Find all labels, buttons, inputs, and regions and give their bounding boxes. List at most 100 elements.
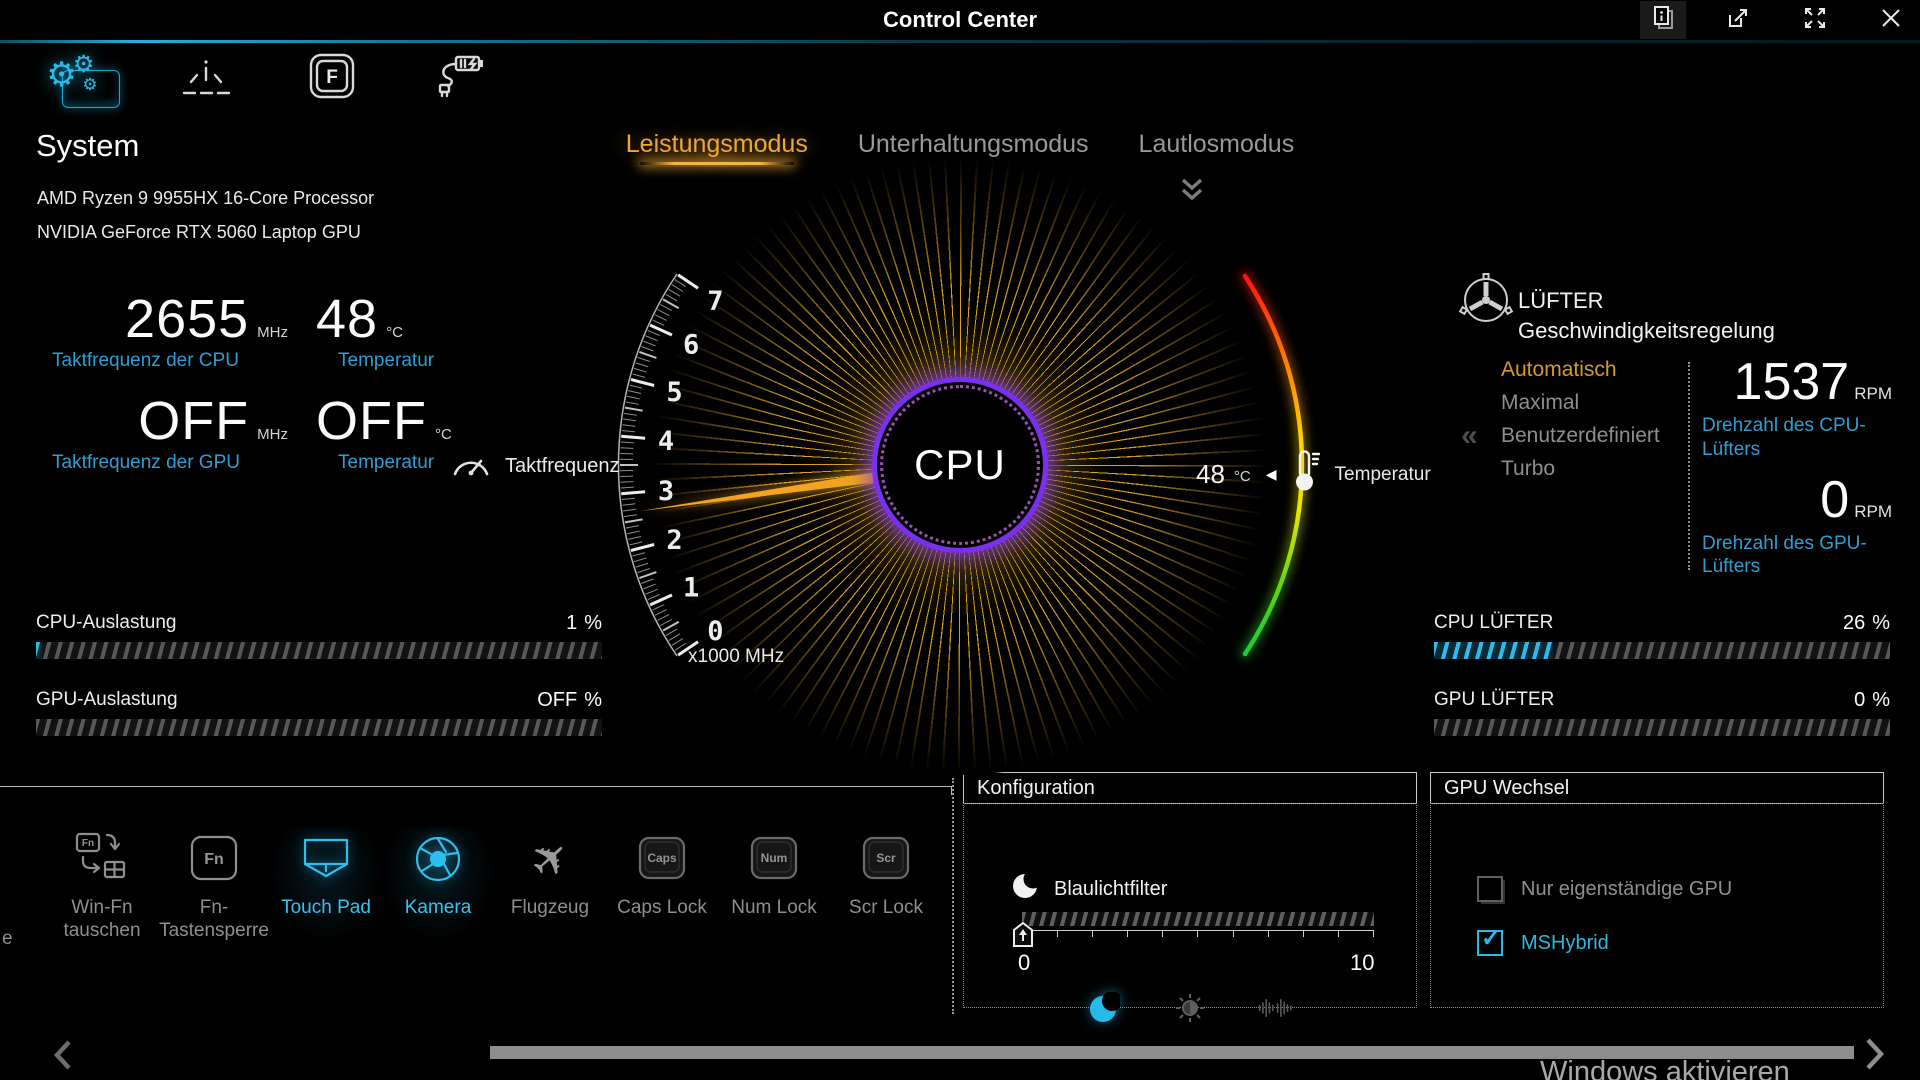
quickbar-border [0, 786, 952, 795]
info-button[interactable] [1640, 1, 1686, 39]
tab-system[interactable]: ⚙⚙⚙ [28, 46, 132, 110]
bluelight-label-row: Blaulichtfilter [1012, 872, 1167, 906]
fn-key-icon: Fn [188, 828, 240, 890]
close-icon [1879, 6, 1903, 35]
nightmode-icon[interactable] [1086, 990, 1122, 1026]
caps-lock-button[interactable]: Caps Caps Lock [606, 828, 718, 943]
camera-icon [410, 828, 466, 890]
mode-leistung[interactable]: Leistungsmodus [620, 128, 814, 167]
speedometer-icon [450, 448, 492, 484]
cpu-fan-rpm-label: Drehzahl des CPU-Lüfters [1702, 414, 1874, 462]
scroll-left-icon[interactable] [50, 1038, 76, 1077]
titlebar-accent [0, 40, 1920, 43]
tab-fkeys[interactable]: F [280, 46, 384, 110]
battery-charge-icon [430, 51, 486, 106]
moon-icon [1012, 872, 1040, 906]
close-button[interactable] [1868, 1, 1914, 39]
num-lock-button[interactable]: Num Num Lock [718, 828, 830, 943]
gpu-fan-rpm: 0 [1820, 470, 1849, 530]
backlight-icon [181, 53, 231, 104]
mode-lautlos[interactable]: Lautlosmodus [1133, 128, 1301, 167]
scr-key-icon: Scr [860, 828, 912, 890]
divider [952, 778, 954, 1014]
fn-lock-button[interactable]: Fn Fn-Tastensperre [158, 828, 270, 943]
gpu-name: NVIDIA GeForce RTX 5060 Laptop GPU [37, 222, 361, 243]
checkbox-unchecked[interactable] [1477, 876, 1503, 902]
cpu-usage-bar [36, 642, 602, 659]
scr-lock-button[interactable]: Scr Scr Lock [830, 828, 942, 943]
temp-caption: 48 °C ◀ Temperatur [1196, 448, 1431, 501]
fan-icon [1458, 272, 1514, 333]
cpu-fan-rpm: 1537 [1734, 352, 1850, 412]
slider-max-label: 10 [1350, 950, 1374, 976]
windows-watermark: Windows aktivieren [1540, 1056, 1790, 1080]
touchpad-button[interactable]: Touch Pad [270, 828, 382, 943]
panel-title: GPU Wechsel [1430, 772, 1884, 804]
gpu-fan-meter: GPU LÜFTER 0% [1434, 689, 1890, 747]
soundwave-icon[interactable] [1258, 990, 1294, 1026]
mode-unterhaltung[interactable]: Unterhaltungsmodus [852, 128, 1095, 167]
stat-grid: 2655MHz Taktfrequenz der CPU 48°C Temper… [40, 288, 485, 474]
winfn-swap-button[interactable]: Fn Win-Fn tauschen [46, 828, 158, 943]
gpu-fan-bar [1434, 719, 1890, 736]
gpu-usage-meter: GPU-Auslastung OFF% [36, 689, 602, 747]
stat-gpu-clock: OFFMHz Taktfrequenz der GPU [40, 390, 300, 474]
cpu-fan-meter: CPU LÜFTER 26% [1434, 612, 1890, 670]
info-doc-icon [1650, 5, 1676, 36]
cpu-name: AMD Ryzen 9 9955HX 16-Core Processor [37, 188, 374, 209]
fan-mode-automatisch[interactable]: Automatisch [1501, 358, 1660, 382]
svg-text:Caps: Caps [647, 851, 677, 865]
chevrons-down-icon[interactable] [1178, 176, 1206, 209]
titlebar: Control Center [0, 0, 1920, 40]
svg-text:Num: Num [761, 851, 788, 865]
option-mshybrid[interactable]: MSHybrid [1477, 930, 1609, 956]
gauge-center-label: CPU [914, 441, 1006, 489]
restore-icon [1726, 5, 1752, 36]
bluelight-slider-handle[interactable] [1012, 922, 1034, 953]
panel-title: Konfiguration [963, 772, 1417, 804]
bluelight-slider-track[interactable] [1022, 912, 1374, 926]
fan-mode-list: Automatisch Maximal « Benutzerdefiniert … [1501, 358, 1660, 490]
winfn-swap-icon: Fn [74, 828, 130, 890]
cpu-usage-meter: CPU-Auslastung 1% [36, 612, 602, 670]
quickbar-partial-item[interactable]: e [2, 928, 13, 950]
svg-text:Fn: Fn [82, 838, 94, 849]
control-center-window: Control Center [0, 0, 1920, 1080]
thermometer-icon [1290, 448, 1320, 501]
brightness-icon[interactable] [1172, 990, 1208, 1026]
fkey-icon: F [308, 52, 356, 105]
restore-button[interactable] [1716, 1, 1762, 39]
marker-triangle: ◀ [1266, 466, 1277, 483]
cpu-fan-bar [1434, 642, 1890, 659]
window-title: Control Center [0, 0, 1920, 40]
camera-button[interactable]: Kamera [382, 828, 494, 943]
num-key-icon: Num [748, 828, 800, 890]
tab-bar: ⚙⚙⚙ F [28, 46, 510, 110]
airplane-button[interactable]: ✈ Flugzeug [494, 828, 606, 943]
gears-icon: ⚙⚙⚙ [46, 75, 113, 82]
fan-mode-benutzerdefiniert[interactable]: « Benutzerdefiniert [1501, 424, 1660, 448]
panel-body: Blaulichtfilter 0 10 [963, 803, 1417, 1008]
tab-power[interactable] [406, 46, 510, 110]
fullscreen-icon [1802, 5, 1828, 36]
konfiguration-panel: Konfiguration Blaulichtfilter [963, 772, 1417, 1008]
tab-lighting[interactable] [154, 46, 258, 110]
gpu-usage-bar [36, 719, 602, 736]
mode-tabs: Leistungsmodus Unterhaltungsmodus Lautlo… [0, 128, 1920, 167]
stat-cpu-temp: 48°C Temperatur [300, 288, 485, 372]
gpu-fan-rpm-label: Drehzahl des GPU-Lüfters [1702, 532, 1874, 580]
gauge-axis-label: x1000 MHz [688, 646, 784, 668]
panel-body: Nur eigenständige GPU MSHybrid [1430, 803, 1884, 1008]
divider [1688, 362, 1690, 570]
fan-mode-maximal[interactable]: Maximal [1501, 391, 1660, 415]
checkbox-checked[interactable] [1477, 930, 1503, 956]
option-dedicated-gpu[interactable]: Nur eigenständige GPU [1477, 876, 1732, 902]
scroll-right-icon[interactable] [1860, 1034, 1888, 1079]
stat-cpu-clock: 2655MHz Taktfrequenz der CPU [40, 288, 300, 372]
gauge-center: CPU [872, 377, 1048, 553]
gpu-wechsel-panel: GPU Wechsel Nur eigenständige GPU MSHybr… [1430, 772, 1884, 1008]
chevrons-left-icon[interactable]: « [1461, 419, 1478, 453]
fullscreen-button[interactable] [1792, 1, 1838, 39]
fan-mode-turbo[interactable]: Turbo [1501, 457, 1660, 481]
svg-text:Scr: Scr [876, 851, 896, 865]
